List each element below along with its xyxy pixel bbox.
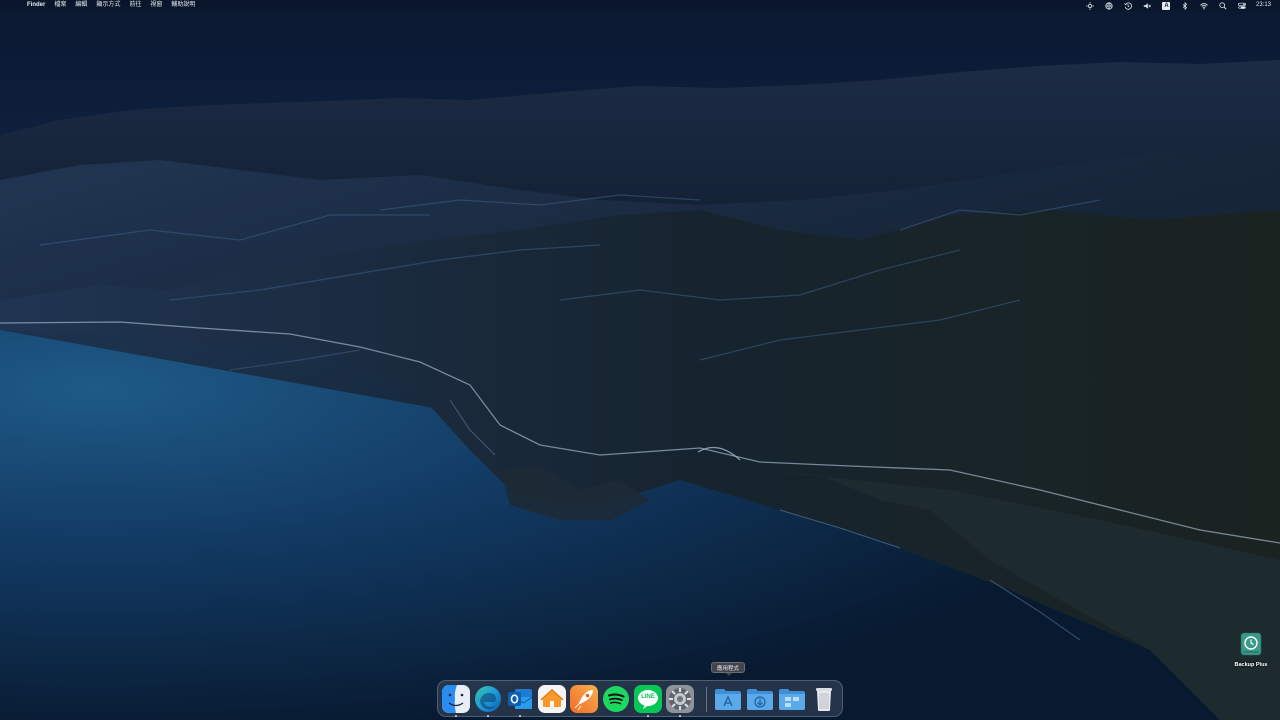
- running-indicator: [679, 715, 681, 717]
- bluetooth-icon[interactable]: [1176, 0, 1195, 11]
- running-indicator: [487, 715, 489, 717]
- dock-downloads-folder-icon[interactable]: [746, 685, 774, 713]
- menu-bar-clock[interactable]: 23:13: [1256, 0, 1271, 11]
- desktop-drive-backup-plus[interactable]: Backup Plus: [1228, 632, 1274, 668]
- menu-edit[interactable]: 編輯: [75, 0, 87, 11]
- menu-app-finder[interactable]: Finder: [27, 0, 45, 11]
- tracking-icon[interactable]: [1081, 0, 1100, 11]
- menu-view[interactable]: 顯示方式: [96, 0, 120, 11]
- menu-help[interactable]: 輔助說明: [171, 0, 195, 11]
- time-machine-icon[interactable]: [1119, 0, 1138, 11]
- input-source-icon[interactable]: A: [1157, 0, 1176, 11]
- dock-home-icon[interactable]: [538, 685, 566, 713]
- dock-spotify-icon[interactable]: [602, 685, 630, 713]
- input-source-label: A: [1162, 1, 1171, 10]
- menu-go[interactable]: 前往: [129, 0, 141, 11]
- dock-divider: [706, 687, 707, 712]
- dock-trash-icon[interactable]: [810, 685, 838, 713]
- dock-outlook-icon[interactable]: [506, 685, 534, 713]
- wifi-icon[interactable]: [1195, 0, 1214, 11]
- mute-icon[interactable]: [1138, 0, 1157, 11]
- dock-system-preferences-icon[interactable]: [666, 685, 694, 713]
- control-center-icon[interactable]: [1233, 0, 1252, 11]
- vpn-icon[interactable]: [1100, 0, 1119, 11]
- menu-window[interactable]: 視窗: [150, 0, 162, 11]
- spotlight-icon[interactable]: [1214, 0, 1233, 11]
- dock-rocket-icon[interactable]: [570, 685, 598, 713]
- desktop-wallpaper: [0, 0, 1280, 720]
- dock-line-icon[interactable]: LINE: [634, 685, 662, 713]
- desktop-icon-label: Backup Plus: [1234, 662, 1268, 668]
- dock-folder-icon[interactable]: [778, 685, 806, 713]
- dock-edge-icon[interactable]: [474, 685, 502, 713]
- dock-applications-folder-icon[interactable]: [714, 685, 742, 713]
- menu-file[interactable]: 檔案: [54, 0, 66, 11]
- dock-tooltip: 應用程式: [711, 662, 745, 676]
- running-indicator: [519, 715, 521, 717]
- dock: LINE: [437, 680, 843, 717]
- line-icon-label: LINE: [641, 694, 655, 700]
- running-indicator: [455, 715, 457, 717]
- running-indicator: [647, 715, 649, 717]
- menu-bar: Finder 檔案 編輯 顯示方式 前往 視窗 輔助說明 A 23:13: [0, 0, 1280, 11]
- dock-finder-icon[interactable]: [442, 685, 470, 713]
- external-drive-time-machine-icon: [1240, 632, 1262, 656]
